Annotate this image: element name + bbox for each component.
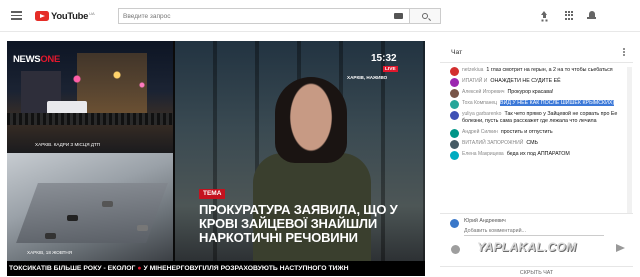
chat-author[interactable]: Елена Макрицева [462, 151, 504, 157]
chat-author[interactable]: ИПАТИЙ И [462, 78, 487, 84]
chat-author[interactable]: ВИТАЛИЙ ЗАПОРОЖНИЙ [462, 140, 523, 146]
avatar [450, 151, 459, 160]
news-ticker: ТОКСИКАТІВ БІЛЬШЕ РОКУ - ЕКОЛОГ ● У МІНЕНЕ… [7, 261, 425, 276]
apps-icon[interactable] [565, 11, 574, 20]
chat-header: Чат [440, 41, 633, 63]
location-badge: ХАРКІВ, НАЖИВО [347, 75, 388, 80]
more-options-icon[interactable] [623, 48, 625, 57]
live-badge: LIVE [383, 66, 398, 72]
notifications-bell-icon[interactable] [587, 11, 596, 20]
ticker-item: ТОКСИКАТІВ БІЛЬШЕ РОКУ - ЕКОЛОГ [9, 265, 136, 272]
chat-title: Чат [451, 49, 463, 56]
chat-message: Елена Макрицева беда их под АППАРАТОМ [440, 151, 626, 160]
avatar [450, 67, 459, 76]
chat-message: yuliya garbarenko Так чето прямо у Зайцев… [440, 111, 626, 125]
chat-message: Алексей Игоревич Прокурор красава! [440, 89, 626, 98]
video-tile-night-scene: NEWSONE ХАРКІВ. КАДРИ З МІСЦЯ ДТП [7, 41, 173, 153]
search-input[interactable] [119, 9, 389, 23]
chat-text: простить и отпустить [500, 129, 553, 135]
avatar [450, 78, 459, 87]
news-headline: ПРОКУРАТУРА ЗАЯВИЛА, ЩО У КРОВІ ЗАЙЦЕВОЇ… [199, 202, 398, 245]
send-icon[interactable] [616, 244, 625, 252]
search-button[interactable] [410, 8, 441, 24]
youtube-logo[interactable]: YouTube UA [35, 10, 95, 22]
comment-input[interactable] [464, 227, 604, 236]
user-name: Юрий Андреевич [464, 218, 506, 224]
emoji-icon[interactable] [451, 245, 460, 254]
upload-icon[interactable] [540, 11, 549, 20]
chat-author[interactable]: Алексей Игоревич [462, 89, 504, 95]
search-box [118, 8, 410, 24]
chat-author[interactable]: Андрей Силкин [462, 129, 498, 135]
avatar [450, 100, 459, 109]
chat-text: Прокурор красава! [507, 89, 554, 95]
ticker-item: У МІНЕНЕРГОВУГІЛЛЯ РОЗРАХОВУЮТЬ НАСТУПНО… [143, 265, 349, 272]
top-bar: YouTube UA [0, 0, 640, 32]
avatar [450, 111, 459, 120]
clock: 15:32 [371, 53, 397, 64]
chat-message: netzekiua 1 глаз смотрит на герын, а 2 на… [440, 67, 626, 76]
play-logo-icon [35, 11, 49, 21]
avatar [450, 89, 459, 98]
keyboard-icon[interactable] [394, 13, 403, 19]
menu-icon[interactable] [11, 11, 22, 20]
watermark-logo: YAPLAKAL.COM [477, 240, 577, 254]
chat-author[interactable]: yuliya garbarenko [462, 111, 501, 117]
avatar [450, 140, 459, 149]
avatar [450, 129, 459, 138]
logo-text: YouTube [51, 10, 89, 22]
chat-author[interactable]: netzekiua [462, 67, 483, 73]
chat-message: Андрей Силкин простить и отпустить [440, 129, 626, 138]
live-chat: Чат netzekiua 1 глаз смотрит на герын, а … [440, 41, 633, 277]
chat-text: ОНАЖДЕТИ НЕ СУДИТЕ ЕЁ [490, 78, 561, 84]
logo-region: UA [89, 11, 95, 16]
chat-text: 1 глаз смотрит на герын, а 2 на то чтобы… [486, 67, 613, 73]
chat-message: ИПАТИЙ И ОНАЖДЕТИ НЕ СУДИТЕ ЕЁ [440, 78, 626, 87]
chat-compose: Юрий Андреевич YAPLAKAL.COM [440, 213, 633, 255]
hide-chat-button[interactable]: СКРЫТЬ ЧАТ [440, 266, 633, 277]
chat-text: СМЬ [526, 140, 538, 146]
video-player[interactable]: NEWSONE ХАРКІВ. КАДРИ З МІСЦЯ ДТП ХАРКІВ… [7, 41, 425, 276]
channel-logo: NEWSONE [13, 54, 60, 65]
video-tile-street-scene: ХАРКІВ, 18 ЖОВТНЯ [7, 153, 173, 261]
chat-author[interactable]: Тоха Компанец [462, 100, 497, 106]
chat-text: беда их под АППАРАТОМ [506, 151, 570, 157]
user-avatar [450, 219, 459, 228]
search-icon [422, 13, 428, 19]
topic-badge: ТЕМА [199, 189, 226, 199]
tile1-caption: ХАРКІВ. КАДРИ З МІСЦЯ ДТП [35, 142, 101, 147]
chat-text: ВИД У НЕЕ КАК ПОСЛЕ ШИШЕК КРЫМСКИХ) [500, 100, 615, 106]
tile2-caption: ХАРКІВ, 18 ЖОВТНЯ [27, 250, 73, 255]
chat-message: ВИТАЛИЙ ЗАПОРОЖНИЙ СМЬ [440, 140, 626, 149]
chat-message: Тоха Компанец ВИД У НЕЕ КАК ПОСЛЕ ШИШЕК К… [440, 100, 626, 109]
